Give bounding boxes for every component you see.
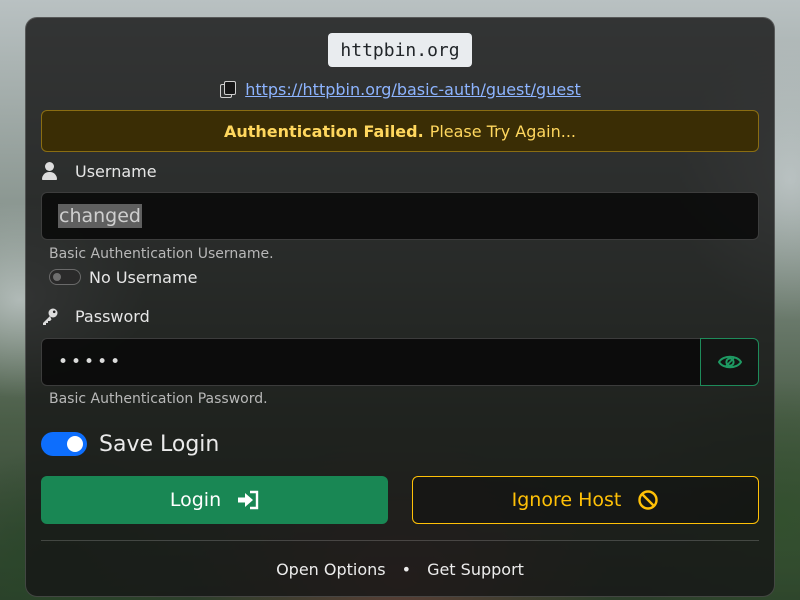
password-value: ••••• (58, 352, 124, 372)
save-login-row: Save Login (41, 430, 219, 458)
username-input[interactable]: changed (41, 192, 759, 240)
open-options-link[interactable]: Open Options (276, 560, 386, 579)
get-support-link[interactable]: Get Support (427, 560, 524, 579)
user-icon (41, 162, 59, 180)
username-label-row: Username (41, 160, 157, 182)
eye-icon (717, 355, 742, 369)
footer-separator: • (401, 559, 412, 579)
password-help: Basic Authentication Password. (49, 391, 268, 407)
alert-title: Authentication Failed. (223, 121, 424, 141)
ignore-host-button[interactable]: Ignore Host (412, 476, 759, 524)
username-value: changed (58, 204, 142, 228)
footer-divider (41, 540, 759, 541)
key-icon (43, 308, 58, 325)
password-input[interactable]: ••••• (41, 338, 701, 386)
ignore-host-label: Ignore Host (511, 489, 622, 511)
save-login-label: Save Login (99, 431, 220, 457)
login-icon (238, 490, 259, 510)
save-login-toggle[interactable] (41, 432, 87, 456)
no-username-toggle[interactable] (49, 269, 81, 285)
login-button[interactable]: Login (41, 476, 388, 524)
ban-icon (638, 490, 659, 510)
username-label: Username (75, 161, 157, 181)
no-username-row: No Username (49, 266, 197, 288)
host-badge: httpbin.org (328, 33, 472, 67)
password-label: Password (75, 306, 150, 326)
username-help: Basic Authentication Username. (49, 246, 274, 262)
no-username-label: No Username (89, 267, 198, 287)
auth-failed-alert: Authentication Failed. Please Try Again.… (41, 110, 759, 152)
show-password-button[interactable] (700, 338, 759, 386)
url-row: https://httpbin.org/basic-auth/guest/gue… (0, 78, 800, 100)
url-link[interactable]: https://httpbin.org/basic-auth/guest/gue… (245, 80, 581, 99)
login-label: Login (169, 489, 222, 511)
copy-icon[interactable] (219, 81, 237, 98)
footer: Open Options • Get Support (0, 558, 800, 580)
alert-message: Please Try Again... (429, 121, 576, 141)
password-label-row: Password (41, 305, 150, 327)
